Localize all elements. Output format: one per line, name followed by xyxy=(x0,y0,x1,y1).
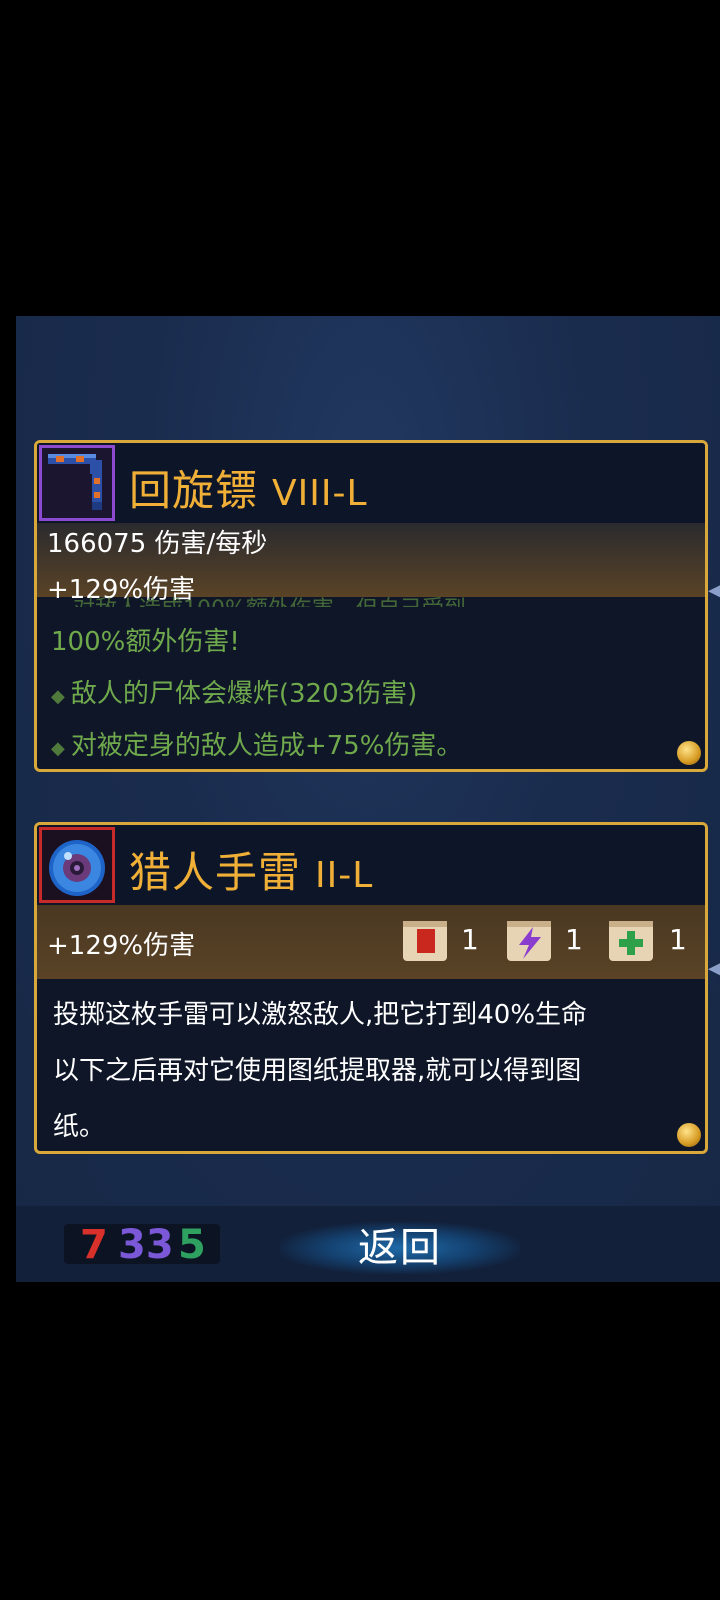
damage-bonus-text: +129%伤害 xyxy=(47,931,196,961)
red-scroll-count: 7 xyxy=(80,1222,108,1268)
description-line-1: 投掷这枚手雷可以激怒敌人,把它打到40%生命 xyxy=(53,1000,588,1030)
purple-scroll-count: 33 xyxy=(118,1222,174,1268)
side-arrow-icon: ◀ xyxy=(708,956,720,981)
weapon-name: 回旋镖 VIII-L xyxy=(129,466,368,515)
bullet-icon: ◆ xyxy=(51,686,65,707)
weapon-level: VIII-L xyxy=(272,473,368,514)
tactics-scroll-icon xyxy=(503,915,557,967)
survival-scroll-icon xyxy=(605,915,659,967)
description-line-2: 以下之后再对它使用图纸提取器,就可以得到图 xyxy=(53,1056,582,1086)
weapon-card-boomerang[interactable]: 回旋镖VIII-L 166075 伤害/每秒 +129%伤害 …对敌人造成100… xyxy=(34,440,708,772)
brutality-scroll-icon xyxy=(399,915,453,967)
grenade-icon xyxy=(39,827,115,903)
card-corner-gem-icon xyxy=(677,741,701,765)
description-line-3: 纸。 xyxy=(53,1112,106,1142)
card-corner-gem-icon xyxy=(677,1123,701,1147)
dps-text: 166075 伤害/每秒 xyxy=(47,529,268,559)
back-button[interactable]: 返回 xyxy=(280,1222,520,1274)
weapon-level: II-L xyxy=(315,855,374,896)
weapon-name: 猎人手雷 II-L xyxy=(129,848,374,897)
side-arrow-icon: ◀ xyxy=(708,578,720,603)
tactics-count: 1 xyxy=(565,923,583,956)
effect-cut-line: …对敌人造成100%额外伤害，但自己受到 xyxy=(51,591,466,607)
effect-line-3: ◆ 对被定身的敌人造成+75%伤害。 xyxy=(51,731,463,761)
dps-bar: 166075 伤害/每秒 +129%伤害 xyxy=(37,523,705,605)
bullet-icon: ◆ xyxy=(51,738,65,759)
boomerang-icon xyxy=(39,445,115,521)
weapon-card-hunter-grenade[interactable]: 猎人手雷 II-L +129%伤害 1 1 1 投掷这枚手雷可以激怒敌人,把它打… xyxy=(34,822,708,1154)
brutality-count: 1 xyxy=(461,923,479,956)
survival-count: 1 xyxy=(669,923,687,956)
effect-line-2: ◆ 敌人的尸体会爆炸(3203伤害) xyxy=(51,679,418,709)
effect-line-1: 100%额外伤害! xyxy=(51,627,240,657)
green-scroll-count: 5 xyxy=(178,1222,206,1268)
stats-bar: +129%伤害 1 1 1 xyxy=(37,905,705,979)
